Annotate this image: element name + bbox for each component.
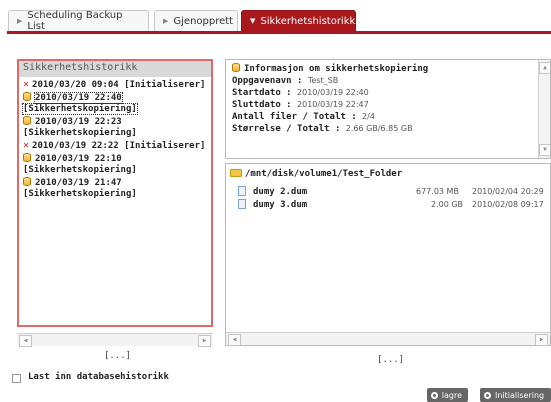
history-horizontal-scrollbar[interactable]: ◀ ▶ (17, 333, 213, 347)
scroll-right-icon[interactable]: ▶ (535, 334, 548, 346)
tab-label: Sikkerhetshistorikk (260, 15, 356, 27)
history-entry-line1: 2010/03/19 22:22 [Initialiserer] (32, 141, 206, 151)
scroll-left-icon[interactable]: ◀ (228, 334, 241, 346)
history-entry-line1: 2010/03/19 22:10 (35, 154, 122, 164)
history-entry[interactable]: 2010/03/19 22:23 [Sikkerhetskopiering] (23, 116, 209, 139)
backup-icon (23, 177, 31, 186)
history-entry-line2: [Sikkerhetskopiering] (23, 189, 137, 199)
circle-icon (431, 391, 438, 399)
files-more[interactable]: [...] (377, 355, 404, 365)
info-key: Sluttdato : (232, 100, 292, 110)
file-size: 677.03 MB (416, 187, 459, 196)
history-list: ✕ 2010/03/20 09:04 [Initialiserer] 2010/0… (19, 77, 211, 200)
history-panel: Sikkerhetshistorikk ✕ 2010/03/20 09:04 [I… (17, 59, 213, 327)
history-entry-line1: 2010/03/19 22:40 (34, 92, 123, 104)
info-key: Antall filer / Totalt : (232, 112, 357, 122)
history-panel-title: Sikkerhetshistorikk (19, 61, 211, 77)
tab-label: Gjenopprett (173, 15, 234, 27)
tab-label: Scheduling Backup List (27, 10, 123, 32)
info-value: 2/4 (362, 112, 375, 121)
info-row: Oppgavenavn : Test_SB (232, 75, 544, 87)
tab-gjenopprett[interactable]: ▶ Gjenopprett (154, 10, 238, 32)
file-icon (238, 199, 246, 209)
history-entry-line1: 2010/03/20 09:04 [Initialiserer] (32, 80, 206, 90)
folder-icon (230, 169, 242, 177)
file-name: dumy 3.dum (253, 200, 308, 210)
history-entry[interactable]: 2010/03/19 22:10 [Sikkerhetskopiering] (23, 153, 209, 176)
scroll-up-icon[interactable]: ▲ (539, 62, 550, 74)
info-title: Informasjon om sikkerhetskopiering (232, 63, 544, 75)
history-entry-line1: 2010/03/19 21:47 (35, 178, 122, 188)
save-button-label: lagre (441, 390, 462, 400)
file-icon (238, 186, 246, 196)
history-entry[interactable]: ✕ 2010/03/20 09:04 [Initialiserer] (23, 79, 209, 91)
history-entry[interactable]: 2010/03/19 22:40 [Sikkerhetskopiering] (22, 92, 209, 115)
scroll-right-icon[interactable]: ▶ (198, 335, 211, 347)
info-vertical-scrollbar[interactable]: ▲ ▼ (538, 60, 550, 158)
info-key: Størrelse / Totalt : (232, 124, 341, 134)
file-size: 2.00 GB (431, 200, 464, 209)
init-button-label: Initialisering (495, 390, 545, 400)
tab-underline (7, 31, 551, 34)
file-date: 2010/02/08 09:17 (472, 200, 544, 209)
folder-path-text: /mnt/disk/volume1/Test_Folder (245, 169, 403, 179)
history-entry-line1: 2010/03/19 22:23 (35, 117, 122, 127)
circle-icon (484, 391, 491, 399)
files-horizontal-scrollbar[interactable]: ◀ ▶ (226, 332, 550, 346)
history-entry-line2: [Sikkerhetskopiering] (23, 128, 137, 138)
info-key: Oppgavenavn : (232, 76, 303, 86)
x-icon: ✕ (23, 140, 30, 151)
x-icon: ✕ (23, 79, 30, 90)
file-row[interactable]: dumy 2.dum 677.03 MB 2010/02/04 20:29 (238, 186, 550, 199)
load-history-checkbox[interactable] (12, 374, 21, 383)
info-title-text: Informasjon om sikkerhetskopiering (244, 64, 429, 74)
chevron-down-icon: ▼ (250, 17, 256, 25)
history-entry[interactable]: ✕ 2010/03/19 22:22 [Initialiserer] (23, 140, 209, 152)
info-value: 2010/03/19 22:40 (297, 88, 369, 97)
info-row: Størrelse / Totalt : 2.66 GB/6.85 GB (232, 123, 544, 135)
chevron-right-icon: ▶ (163, 17, 169, 25)
backup-info-panel: Informasjon om sikkerhetskopiering Oppga… (225, 59, 551, 159)
database-icon (232, 63, 240, 72)
info-key: Startdato : (232, 88, 292, 98)
backup-icon (23, 92, 31, 101)
file-row[interactable]: dumy 3.dum 2.00 GB 2010/02/08 09:17 (238, 199, 550, 212)
tab-scheduling-backup-list[interactable]: ▶ Scheduling Backup List (8, 10, 149, 32)
info-row: Startdato : 2010/03/19 22:40 (232, 87, 544, 99)
history-more[interactable]: [...] (104, 351, 131, 361)
load-history-label: Last inn databasehistorikk (28, 372, 169, 382)
file-date: 2010/02/04 20:29 (472, 187, 544, 196)
file-list-panel: /mnt/disk/volume1/Test_Folder dumy 2.dum… (225, 163, 551, 346)
info-value: Test_SB (307, 76, 339, 85)
info-value: 2010/03/19 22:47 (297, 100, 369, 109)
tab-sikkerhetshistorikk[interactable]: ▼ Sikkerhetshistorikk (241, 10, 356, 32)
backup-icon (23, 153, 31, 162)
history-entry[interactable]: 2010/03/19 21:47 [Sikkerhetskopiering] (23, 177, 209, 200)
info-value: 2.66 GB/6.85 GB (345, 124, 413, 133)
chevron-right-icon: ▶ (17, 17, 23, 25)
file-name: dumy 2.dum (253, 187, 308, 197)
info-row: Sluttdato : 2010/03/19 22:47 (232, 99, 544, 111)
scroll-left-icon[interactable]: ◀ (19, 335, 32, 347)
folder-path: /mnt/disk/volume1/Test_Folder (226, 164, 550, 179)
history-entry-line2: [Sikkerhetskopiering] (22, 103, 138, 115)
backup-icon (23, 116, 31, 125)
history-entry-line2: [Sikkerhetskopiering] (23, 165, 137, 175)
info-row: Antall filer / Totalt : 2/4 (232, 111, 544, 123)
scroll-down-icon[interactable]: ▼ (539, 144, 550, 156)
